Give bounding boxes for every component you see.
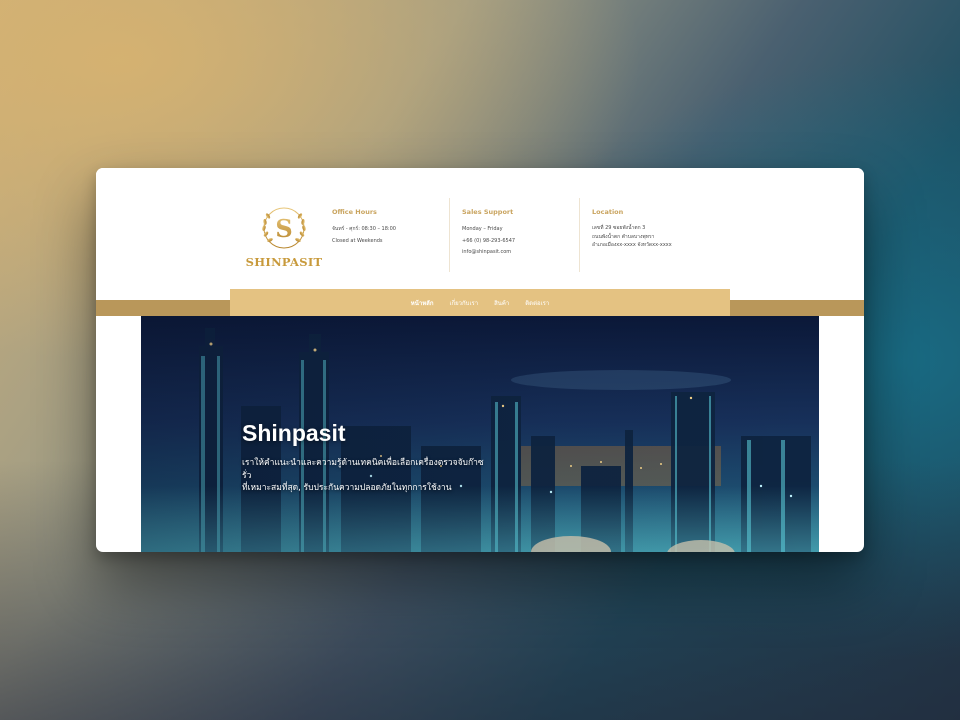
site-logo[interactable]: S SHINPASIT (244, 204, 324, 270)
office-hours-line: จันทร์ - ศุกร์: 08:30 – 18:00 (332, 226, 396, 232)
office-hours-block: Office Hours จันทร์ - ศุกร์: 08:30 – 18:… (332, 208, 396, 247)
address-line: เลขที่ 29 ซอยพังน้ำตก 3 (592, 225, 646, 231)
office-hours-title: Office Hours (332, 208, 377, 216)
address-line: อำเภอเมืองxx-xxxx จังหวัดxx-xxxx (592, 242, 672, 248)
sales-support-days: Monday – Friday (462, 226, 503, 232)
sales-support-title: Sales Support (462, 208, 514, 216)
svg-text:S: S (275, 214, 292, 243)
nav-item-about[interactable]: เกี่ยวกับเรา (449, 298, 478, 308)
hero-subtitle-line: ที่เหมาะสมที่สุด, รับประกันความปลอดภัยใน… (242, 483, 452, 493)
column-divider (579, 198, 580, 272)
location-block: Location เลขที่ 29 ซอยพังน้ำตก 3 ถนนพังน… (592, 208, 672, 250)
hero-banner: Shinpasit เราให้คำแนะนำและความรู้ด้านเทค… (141, 316, 819, 552)
sales-support-email[interactable]: info@shinpasit.com (462, 247, 515, 259)
browser-window: S SHINPASIT Office Hours จันทร์ - ศุกร์:… (96, 168, 864, 552)
office-hours-line: Closed at Weekends (332, 237, 383, 244)
logo-wordmark: SHINPASIT (245, 255, 323, 269)
sales-support-block: Sales Support Monday – Friday +66 (0) 98… (462, 208, 515, 259)
laurel-emblem-icon: S (262, 207, 306, 249)
hero-subtitle: เราให้คำแนะนำและความรู้ด้านเทคนิคเพื่อเล… (242, 457, 492, 495)
nav-item-products[interactable]: สินค้า (494, 298, 509, 308)
sales-support-phone[interactable]: +66 (0) 98-293-6547 (462, 236, 515, 248)
hero-title: Shinpasit (242, 420, 346, 446)
location-title: Location (592, 208, 624, 216)
site-header: S SHINPASIT Office Hours จันทร์ - ศุกร์:… (96, 168, 864, 300)
nav-item-contact[interactable]: ติดต่อเรา (525, 298, 549, 308)
hero-subtitle-line: เราให้คำแนะนำและความรู้ด้านเทคนิคเพื่อเล… (242, 458, 484, 481)
column-divider (449, 198, 450, 272)
address-line: ถนนพังน้ำตก ตำบลบางพุทรา (592, 233, 655, 240)
main-nav: หน้าหลัก เกี่ยวกับเรา สินค้า ติดต่อเรา (230, 289, 730, 316)
nav-item-home[interactable]: หน้าหลัก (411, 298, 434, 308)
